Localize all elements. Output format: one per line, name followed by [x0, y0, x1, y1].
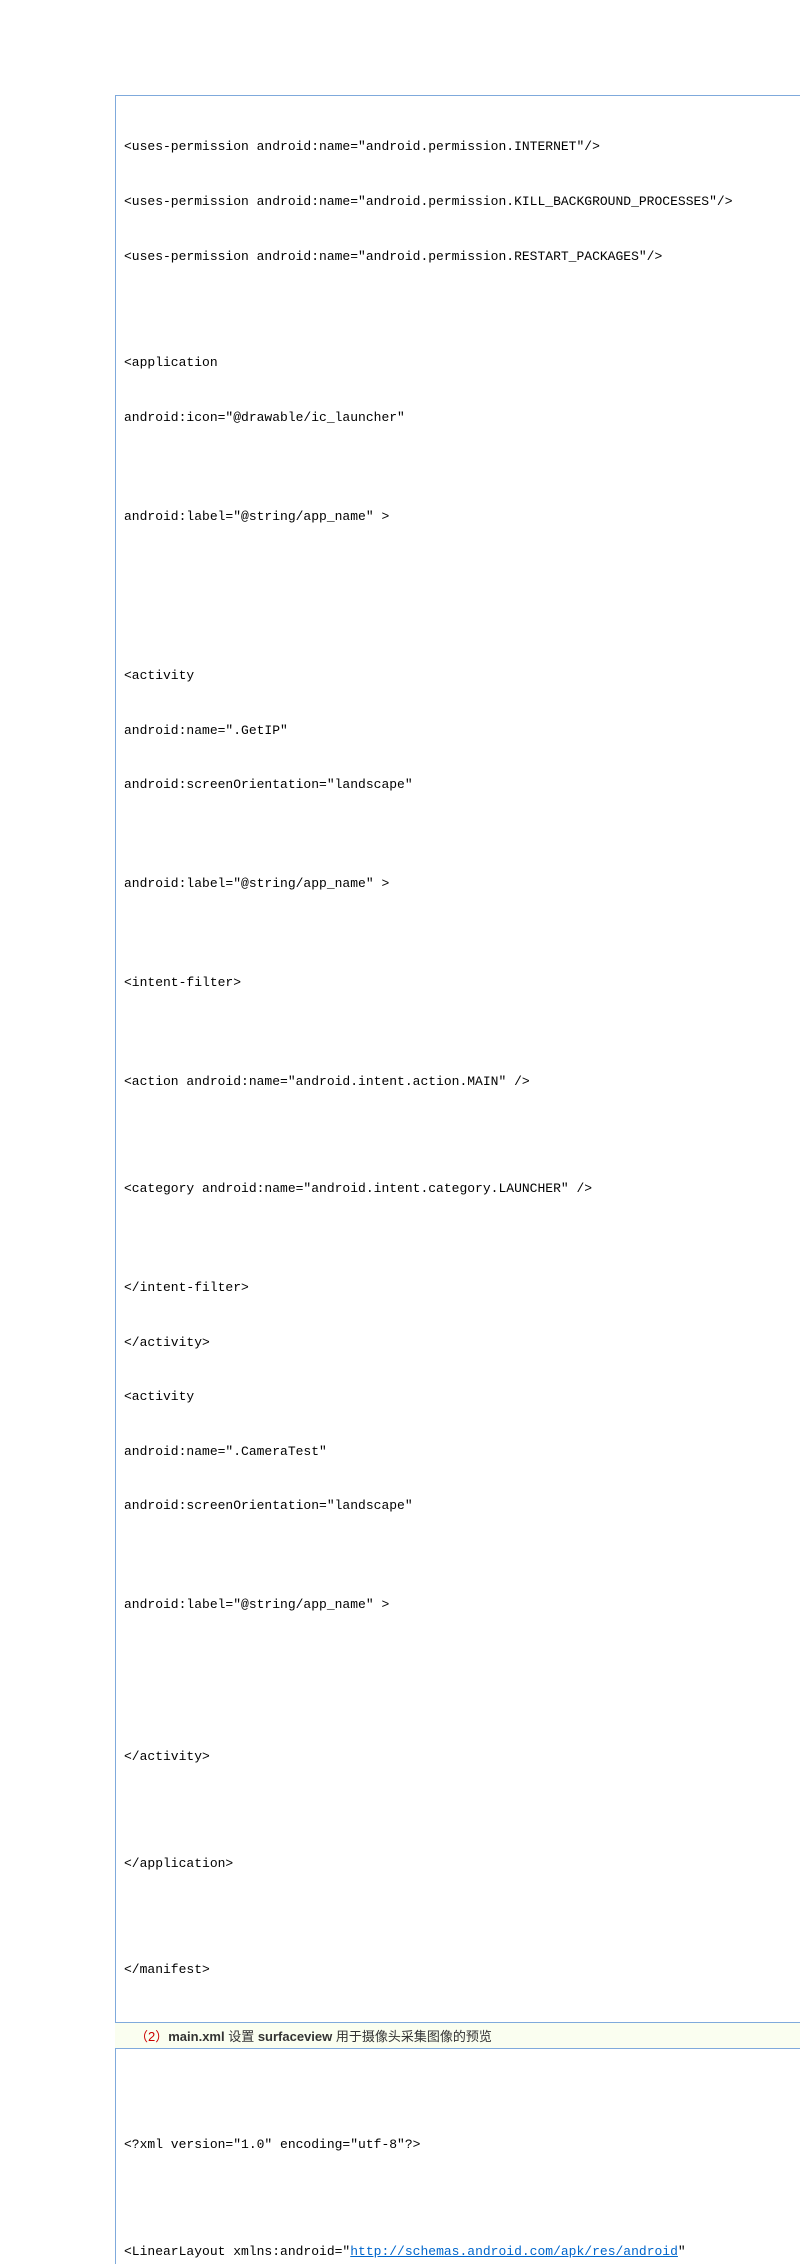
code-line: <action android:name="android.intent.act… [124, 1073, 790, 1091]
heading-keyword: surfaceview [258, 2029, 332, 2044]
code-line: </manifest> [124, 1961, 790, 1979]
code-line: <LinearLayout xmlns:android="http://sche… [124, 2243, 790, 2261]
code-line: android:screenOrientation="landscape" [124, 1497, 790, 1515]
code-line: <category android:name="android.intent.c… [124, 1180, 790, 1198]
code-line: android:label="@string/app_name" > [124, 508, 790, 526]
code-line: </activity> [124, 1334, 790, 1352]
code-line: <application [124, 354, 790, 372]
code-line: android:label="@string/app_name" > [124, 1596, 790, 1614]
heading-filename: main.xml [168, 2029, 224, 2044]
code-line: <?xml version="1.0" encoding="utf-8"?> [124, 2136, 790, 2154]
code-line: <uses-permission android:name="android.p… [124, 248, 790, 266]
page-container: <uses-permission android:name="android.p… [0, 0, 800, 2264]
section-heading-2: （2）main.xml 设置 surfaceview 用于摄像头采集图像的预览 [115, 2023, 800, 2048]
code-line: </intent-filter> [124, 1279, 790, 1297]
code-line: <uses-permission android:name="android.p… [124, 193, 790, 211]
code-line: <uses-permission android:name="android.p… [124, 138, 790, 156]
heading-text: 用于摄像头采集图像的预览 [332, 2029, 492, 2044]
code-line: android:icon="@drawable/ic_launcher" [124, 409, 790, 427]
code-line: android:name=".GetIP" [124, 722, 790, 740]
code-line: android:name=".CameraTest" [124, 1443, 790, 1461]
code-block-1: <uses-permission android:name="android.p… [115, 95, 800, 2023]
code-block-2: <?xml version="1.0" encoding="utf-8"?> <… [115, 2048, 800, 2264]
code-line: </activity> [124, 1748, 790, 1766]
code-line: android:screenOrientation="landscape" [124, 776, 790, 794]
code-line: <intent-filter> [124, 974, 790, 992]
heading-text: 设置 [225, 2029, 258, 2044]
code-line: </application> [124, 1855, 790, 1873]
code-line: android:label="@string/app_name" > [124, 875, 790, 893]
code-line: <activity [124, 1388, 790, 1406]
heading-index: （2） [135, 2029, 168, 2044]
xml-namespace-link[interactable]: http://schemas.android.com/apk/res/andro… [350, 2244, 678, 2259]
code-line: <activity [124, 667, 790, 685]
